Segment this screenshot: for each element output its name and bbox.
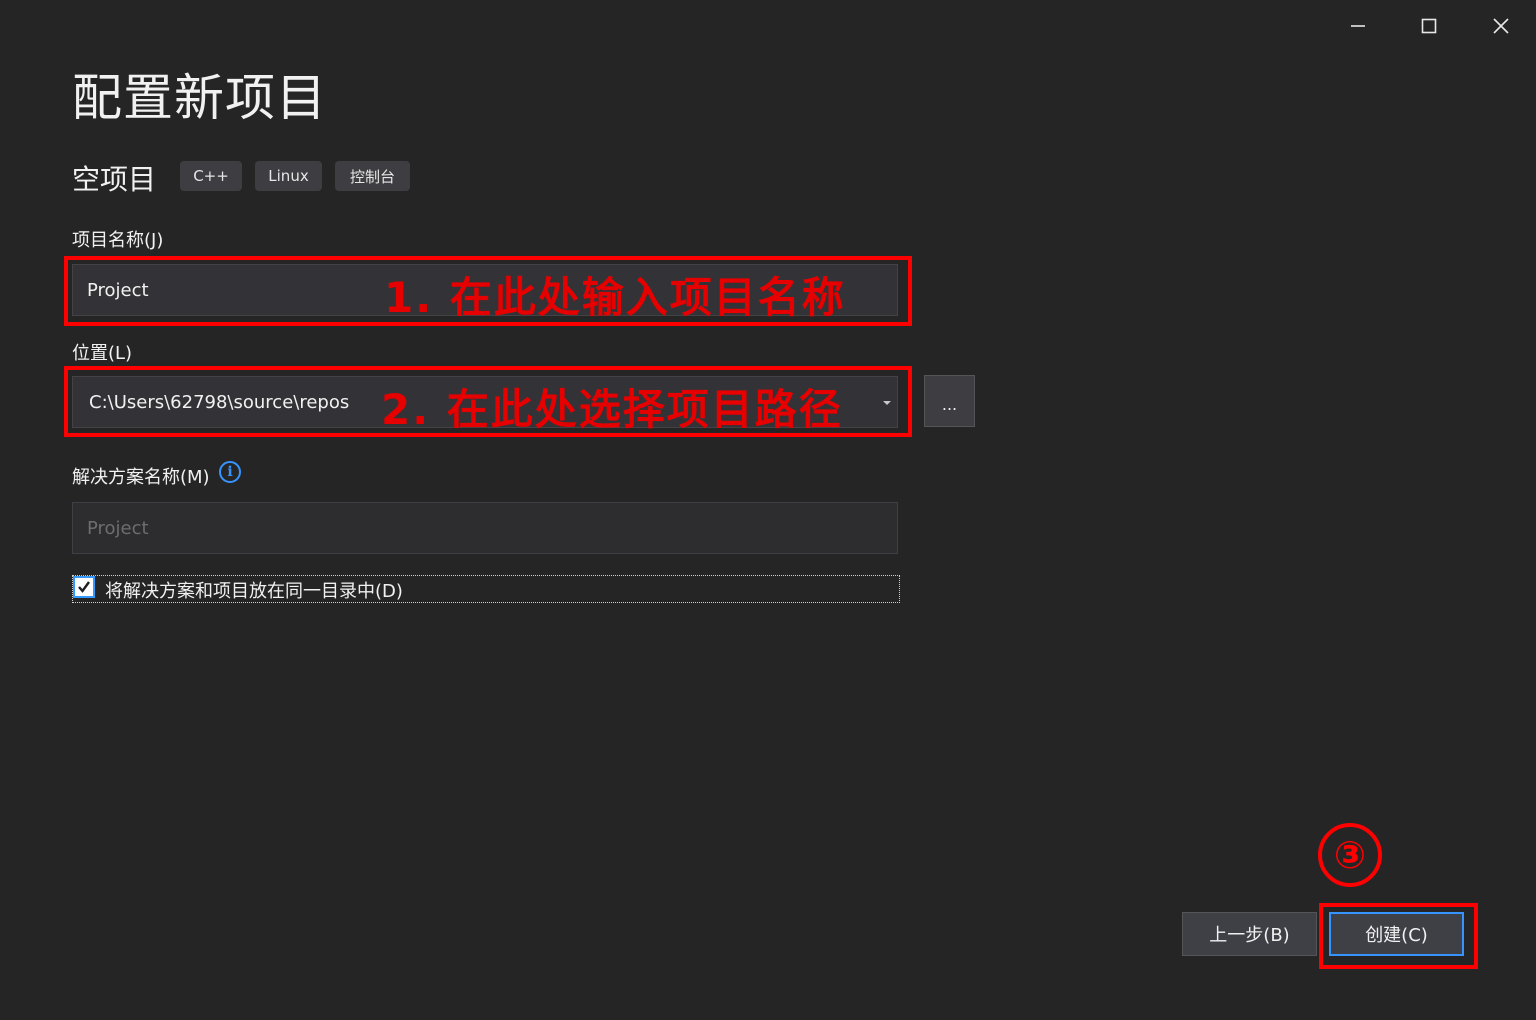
tag-console: 控制台: [335, 161, 410, 191]
annotation-step2: 2. 在此处选择项目路径: [381, 385, 843, 434]
location-label: 位置(L): [72, 343, 133, 364]
same-dir-label: 将解决方案和项目放在同一目录中(D): [105, 581, 403, 602]
create-button[interactable]: 创建(C): [1329, 912, 1464, 956]
same-dir-option[interactable]: 将解决方案和项目放在同一目录中(D): [72, 575, 900, 603]
back-button[interactable]: 上一步(B): [1182, 912, 1317, 956]
annotation-step3: ③: [1318, 823, 1382, 887]
solution-name-input: Project: [72, 502, 898, 554]
template-name: 空项目: [72, 163, 157, 196]
tag-cpp: C++: [180, 161, 242, 191]
checkmark-icon: [78, 581, 90, 593]
browse-button[interactable]: ...: [924, 375, 975, 427]
page-title: 配置新项目: [72, 69, 327, 127]
same-dir-checkbox[interactable]: [73, 576, 95, 598]
minimize-icon[interactable]: [1338, 6, 1378, 46]
project-name-label: 项目名称(J): [72, 230, 164, 251]
close-icon[interactable]: [1481, 6, 1521, 46]
annotation-step1: 1. 在此处输入项目名称: [384, 273, 846, 322]
info-icon[interactable]: i: [219, 461, 241, 483]
solution-name-label: 解决方案名称(M): [72, 467, 210, 488]
maximize-icon[interactable]: [1409, 6, 1449, 46]
tag-linux: Linux: [255, 161, 322, 191]
